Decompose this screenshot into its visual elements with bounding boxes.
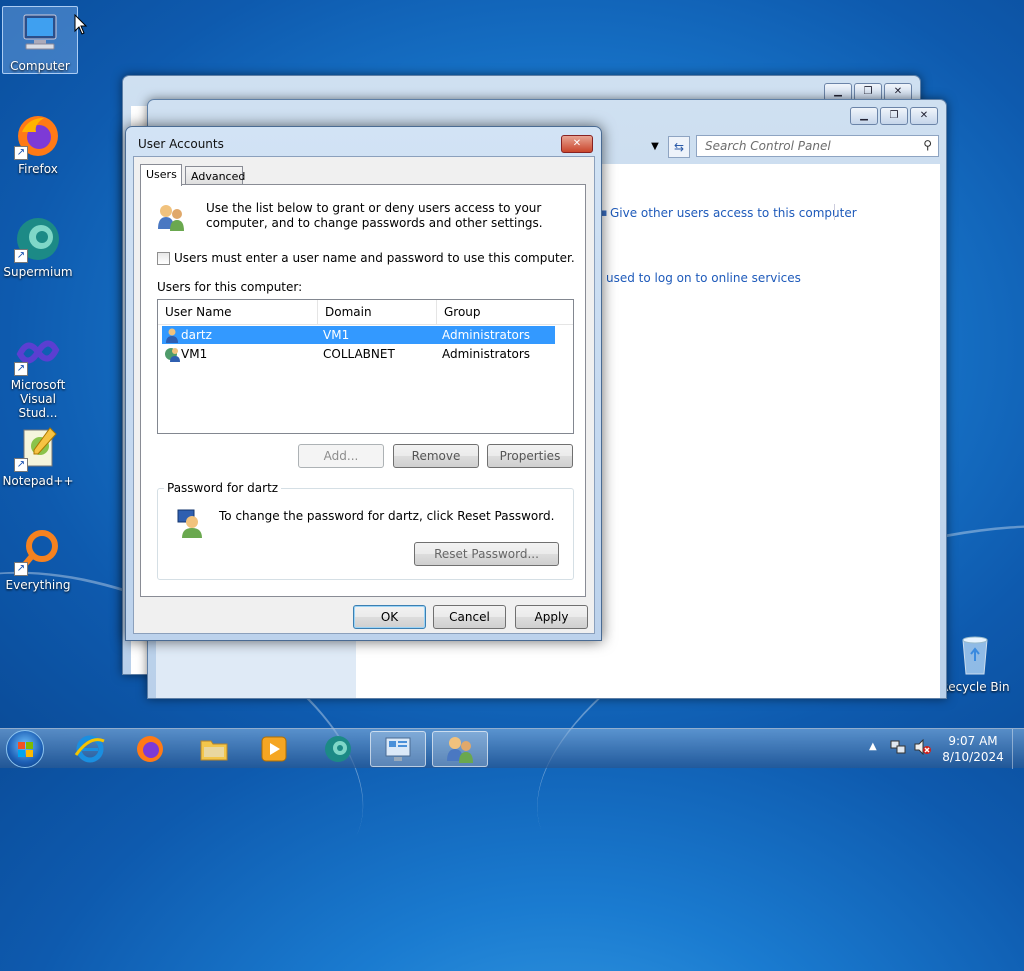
show-hidden-icons-arrow[interactable]: ▲ <box>869 741 877 752</box>
clock-date: 8/10/2024 <box>942 750 1004 764</box>
network-icon[interactable] <box>890 739 906 755</box>
file-explorer-icon <box>200 740 228 761</box>
desktop-icon-label: Notepad++ <box>2 474 74 488</box>
password-text: To change the password for dartz, click … <box>219 509 555 523</box>
clock-time: 9:07 AM <box>948 734 998 748</box>
cell-group: Administrators <box>442 328 531 342</box>
search-box[interactable]: Search Control Panel ⚲ <box>696 135 939 157</box>
refresh-button[interactable]: ⇆ <box>668 136 690 158</box>
column-domain[interactable]: Domain <box>318 300 437 325</box>
cell-domain: VM1 <box>323 328 350 342</box>
link-online-services[interactable]: used to log on to online services <box>606 271 801 285</box>
notepadpp-icon: ↗ <box>14 424 62 472</box>
user-accounts-dialog[interactable]: User Accounts ✕ Users Advanced Use the l… <box>125 126 602 641</box>
column-group[interactable]: Group <box>437 300 575 325</box>
tab-users[interactable]: Users <box>140 164 182 186</box>
mouse-cursor-icon <box>74 14 88 35</box>
table-row[interactable]: VM1 COLLABNET Administrators <box>162 345 555 363</box>
desktop-icon-label: Recycle Bin <box>940 680 1010 694</box>
users-list[interactable]: User Name Domain Group dartz VM1 Adminis… <box>157 299 574 434</box>
apply-button[interactable]: Apply <box>515 605 588 629</box>
everything-icon: ↗ <box>14 528 62 576</box>
users-tab-page: Use the list below to grant or deny user… <box>140 184 586 597</box>
internet-explorer-icon <box>74 735 105 763</box>
intro-text: Use the list below to grant or deny user… <box>206 201 543 230</box>
desktop-icon-visual-studio[interactable]: ↗ Microsoft Visual Stud... <box>0 328 76 420</box>
firefox-icon <box>137 736 163 762</box>
add-button[interactable]: Add... <box>298 444 384 468</box>
desktop-icon-label: Computer <box>10 59 70 73</box>
users-group-icon <box>155 201 187 236</box>
ok-button[interactable]: OK <box>353 605 426 629</box>
taskbar-file-explorer[interactable] <box>186 731 242 767</box>
password-required-checkbox[interactable] <box>157 252 170 265</box>
address-dropdown-arrow[interactable]: ▼ <box>644 136 666 158</box>
password-groupbox: Password for dartz To change the passwor… <box>157 481 574 580</box>
users-list-label: Users for this computer: <box>157 280 303 294</box>
show-desktop-button[interactable] <box>1012 729 1024 769</box>
firefox-icon: ↗ <box>14 112 62 160</box>
visual-studio-icon: ↗ <box>14 328 62 376</box>
desktop-icon-label: Supermium <box>3 265 73 279</box>
taskbar-internet-explorer[interactable] <box>62 731 118 767</box>
start-button[interactable] <box>6 730 44 768</box>
taskbar-firefox[interactable] <box>122 731 178 767</box>
cancel-button[interactable]: Cancel <box>433 605 506 629</box>
properties-button[interactable]: Properties <box>487 444 573 468</box>
desktop-icon-firefox[interactable]: ↗ Firefox <box>0 112 76 176</box>
user-password-icon <box>174 507 206 542</box>
clock[interactable]: 9:07 AM 8/10/2024 <box>940 733 1006 765</box>
desktop-icon-computer[interactable]: Computer <box>2 6 78 74</box>
windows-logo-icon <box>18 742 33 757</box>
desktop-icon-label: Firefox <box>18 162 58 176</box>
domain-user-icon <box>164 346 180 367</box>
password-group-label: Password for dartz <box>164 481 282 495</box>
remove-button[interactable]: Remove <box>393 444 479 468</box>
taskbar: ▲ 9:07 AM 8/10/2024 <box>0 728 1024 769</box>
desktop-icon-supermium[interactable]: ↗ Supermium <box>0 215 76 279</box>
checkbox-label: Users must enter a user name and passwor… <box>174 251 575 265</box>
taskbar-control-panel[interactable] <box>370 731 426 767</box>
supermium-icon: ↗ <box>14 215 62 263</box>
tab-advanced[interactable]: Advanced <box>185 166 245 186</box>
close-button[interactable]: ✕ <box>561 135 593 153</box>
taskbar-supermium[interactable] <box>310 731 366 767</box>
minimize-button[interactable]: ▁ <box>850 107 878 125</box>
separator <box>834 204 835 220</box>
reset-password-button[interactable]: Reset Password... <box>414 542 559 566</box>
recycle-bin-icon <box>951 630 999 678</box>
desktop-icon-label: Microsoft Visual Stud... <box>10 378 66 420</box>
cell-user: VM1 <box>181 347 208 361</box>
maximize-button[interactable]: ❐ <box>880 107 908 125</box>
desktop-icon-label: Everything <box>5 578 71 592</box>
dialog-body: Users Advanced Use the list below to gra… <box>133 156 595 634</box>
user-accounts-icon <box>447 737 473 763</box>
computer-icon <box>16 9 64 57</box>
supermium-icon <box>325 736 351 762</box>
desktop-icon-notepadpp[interactable]: ↗ Notepad++ <box>0 424 76 488</box>
volume-muted-icon[interactable] <box>914 738 932 756</box>
search-icon: ⚲ <box>923 138 932 152</box>
cell-domain: COLLABNET <box>323 347 395 361</box>
search-placeholder: Search Control Panel <box>705 139 831 153</box>
taskbar-media-player[interactable] <box>246 731 302 767</box>
taskbar-user-accounts[interactable] <box>432 731 488 767</box>
column-user-name[interactable]: User Name <box>158 300 318 325</box>
close-button[interactable]: ✕ <box>910 107 938 125</box>
list-header: User Name Domain Group <box>158 300 573 325</box>
cell-user: dartz <box>181 328 212 342</box>
desktop-icon-everything[interactable]: ↗ Everything <box>0 528 76 592</box>
cell-group: Administrators <box>442 347 531 361</box>
link-give-access[interactable]: Give other users access to this computer <box>610 206 857 220</box>
desktop-icon-recycle-bin[interactable]: Recycle Bin <box>937 630 1013 694</box>
control-panel-icon <box>385 737 411 761</box>
media-player-icon <box>261 736 287 762</box>
table-row[interactable]: dartz VM1 Administrators <box>162 326 555 344</box>
dialog-title: User Accounts <box>138 137 224 151</box>
